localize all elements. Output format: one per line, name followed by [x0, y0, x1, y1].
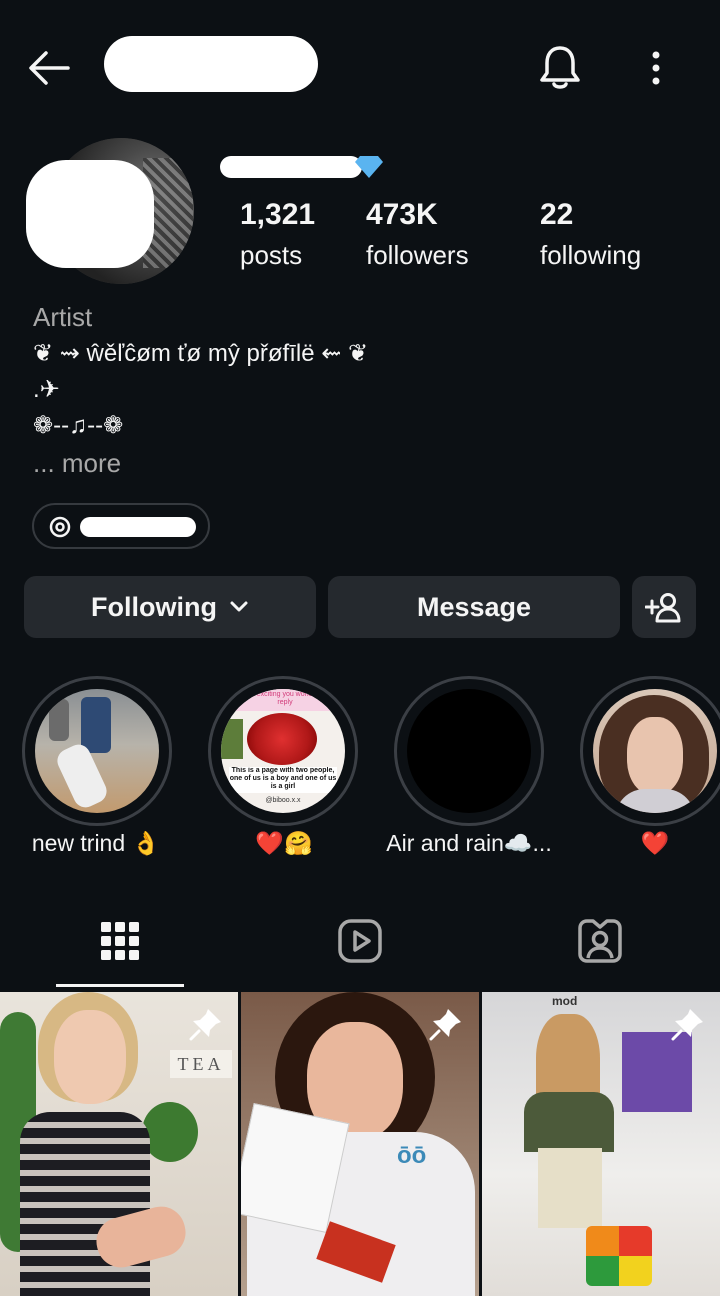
- following-label: Following: [91, 591, 217, 622]
- bio-line: .✈: [33, 376, 60, 403]
- threads-icon: [49, 516, 71, 538]
- category-label: Artist: [33, 302, 93, 332]
- display-name: [220, 148, 384, 182]
- stat-label: followers: [366, 240, 469, 270]
- pin-icon: [670, 1006, 706, 1042]
- add-person-button[interactable]: [632, 576, 696, 638]
- more-link[interactable]: ... more: [33, 448, 121, 479]
- following-button[interactable]: Following: [24, 576, 316, 638]
- highlight-thumbnail: just exciting you wonderful reply This i…: [221, 689, 345, 813]
- highlight-thumbnail: [593, 689, 717, 813]
- highlight-label: Air and rain☁️...: [386, 830, 552, 856]
- back-button[interactable]: [20, 44, 76, 92]
- highlight-item[interactable]: [394, 676, 544, 826]
- stat-following[interactable]: 22 following: [540, 198, 641, 271]
- bio-line: ❦ ⇝ ŵěľĉøm ťø mŷ přøfīlë ⇜ ❦: [33, 340, 369, 367]
- chevron-down-icon: [230, 601, 248, 612]
- highlight-item[interactable]: just exciting you wonderful reply This i…: [208, 676, 358, 826]
- highlight-item[interactable]: [22, 676, 172, 826]
- stat-value: 1,321: [240, 198, 316, 231]
- stat-value: 22: [540, 198, 574, 231]
- highlight-caption: This is a page with two people, one of u…: [229, 767, 337, 793]
- tab-grid[interactable]: [56, 896, 184, 986]
- stat-value: 473K: [366, 198, 438, 231]
- avatar-redaction: [26, 160, 154, 268]
- tab-reels[interactable]: [296, 896, 424, 986]
- threads-badge[interactable]: [32, 503, 210, 549]
- more-options-button[interactable]: [636, 44, 676, 92]
- reels-icon: [338, 919, 382, 963]
- username-redacted: [104, 36, 318, 92]
- highlight-text: just exciting you wonderful reply: [243, 691, 327, 706]
- highlight-label: ❤️: [640, 830, 670, 856]
- tagged-icon: [578, 919, 622, 963]
- add-person-icon: [645, 593, 681, 623]
- pin-icon: [428, 1006, 464, 1042]
- highlight-thumbnail: [407, 689, 531, 813]
- pin-icon: [188, 1006, 224, 1042]
- highlight-label: ❤️🤗: [255, 830, 313, 856]
- stat-label: following: [540, 240, 642, 270]
- stat-followers[interactable]: 473K followers: [366, 198, 469, 271]
- more-vertical-icon: [652, 51, 660, 85]
- highlight-handle: @biboo.x.x: [265, 797, 301, 804]
- bio-line: ❁--♫--❁: [33, 412, 124, 439]
- active-tab-indicator: [56, 984, 184, 987]
- arrow-left-icon: [29, 51, 70, 85]
- highlight-item[interactable]: [580, 676, 720, 826]
- highlight-thumbnail: [35, 689, 159, 813]
- stat-label: posts: [240, 240, 303, 270]
- post-sign-text: ōō: [397, 1142, 427, 1169]
- post-sign-text: mod: [552, 994, 578, 1008]
- bell-icon: [540, 46, 580, 89]
- message-label: Message: [416, 591, 532, 622]
- highlight-label: new trind 👌: [31, 830, 161, 856]
- notifications-button[interactable]: [532, 42, 588, 94]
- diamond-icon: [355, 156, 383, 178]
- grid-icon: [101, 922, 139, 960]
- post-sign-text: TEA: [170, 1050, 232, 1078]
- stat-posts[interactable]: 1,321 posts: [240, 198, 315, 271]
- tab-tagged[interactable]: [536, 896, 664, 986]
- message-button[interactable]: Message: [328, 576, 620, 638]
